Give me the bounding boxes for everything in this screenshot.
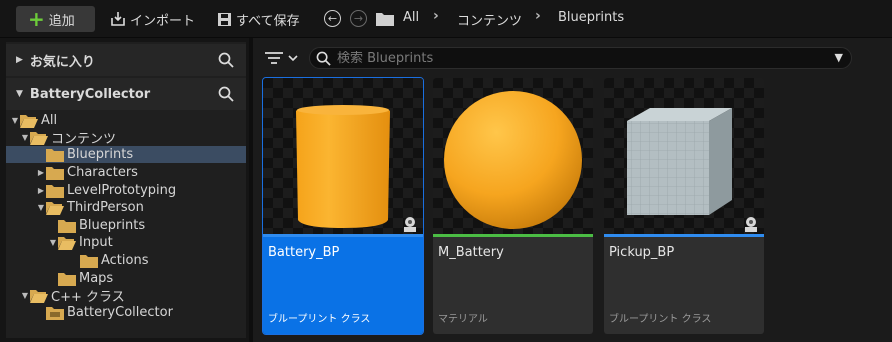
asset-thumbnail — [433, 78, 593, 234]
expand-down-icon: ▼ — [21, 133, 29, 142]
asset-type-bar — [604, 234, 764, 237]
camera-icon — [404, 217, 416, 232]
asset-name: Battery_BP — [268, 245, 340, 260]
open-folder-icon — [46, 201, 64, 215]
breadcrumb-content[interactable]: コンテンツ — [457, 10, 522, 29]
cylinder-thumbnail-icon — [296, 105, 390, 228]
search-icon[interactable] — [218, 52, 234, 68]
asset-type: マテリアル — [438, 314, 488, 325]
tree-item-input[interactable]: ▼ Input — [6, 234, 246, 251]
forward-button[interactable]: → — [350, 10, 367, 27]
tree-item-blueprints[interactable]: Blueprints — [6, 146, 246, 163]
tree-item-batterycollector[interactable]: BatteryCollector — [6, 304, 246, 321]
import-icon — [111, 12, 125, 26]
toolbar: + 追加 インポート すべて保存 ← → All › コンテンツ › Bluep… — [0, 0, 892, 38]
cpp-folder-icon — [46, 306, 64, 320]
plus-icon: + — [28, 7, 45, 31]
back-button[interactable]: ← — [324, 10, 341, 27]
import-label: インポート — [130, 13, 196, 29]
favorites-title: お気に入り — [29, 54, 95, 70]
breadcrumb-blueprints[interactable]: Blueprints — [558, 10, 624, 25]
open-folder-icon — [20, 114, 38, 128]
tree-item-cpp-classes[interactable]: ▼ C++ クラス — [6, 287, 246, 305]
expand-down-icon: ▼ — [16, 89, 23, 99]
folder-icon — [58, 272, 76, 286]
add-button-label: 追加 — [48, 13, 75, 29]
asset-thumbnail — [263, 78, 423, 234]
breadcrumb-separator-icon: › — [535, 8, 541, 24]
asset-thumbnail — [604, 78, 764, 234]
collapse-right-icon: ▶ — [37, 168, 45, 177]
sphere-thumbnail-icon — [444, 91, 582, 229]
collapse-right-icon: ▶ — [16, 55, 23, 65]
tree-item-all[interactable]: ▼ All — [6, 112, 246, 129]
asset-type: ブループリント クラス — [268, 314, 371, 325]
save-all-label: すべて保存 — [236, 13, 300, 29]
tree-item-thirdperson[interactable]: ▼ ThirdPerson — [6, 199, 246, 216]
tree-item-characters[interactable]: ▶ Characters — [6, 164, 246, 181]
folder-icon — [46, 166, 64, 180]
chevron-down-icon[interactable]: ▼ — [835, 51, 843, 64]
open-folder-icon — [58, 236, 76, 250]
expand-down-icon: ▼ — [49, 238, 57, 247]
tree-item-levelprototyping[interactable]: ▶ LevelPrototyping — [6, 182, 246, 199]
asset-tile-pickup-bp[interactable]: Pickup_BP ブループリント クラス — [604, 78, 764, 334]
expand-down-icon: ▼ — [11, 116, 19, 125]
tree-item-content[interactable]: ▼ コンテンツ — [6, 129, 246, 147]
cube-thumbnail-icon — [627, 108, 732, 215]
collapse-right-icon: ▶ — [37, 186, 45, 195]
asset-type: ブループリント クラス — [609, 314, 712, 325]
folder-icon — [58, 219, 76, 233]
search-icon[interactable] — [218, 86, 234, 102]
folder-icon — [376, 13, 394, 26]
asset-view: ▼ Battery_BP ブループリント クラス — [253, 38, 892, 342]
favorites-header[interactable]: ▶ お気に入り — [6, 44, 246, 76]
expand-down-icon: ▼ — [37, 203, 45, 212]
project-title: BatteryCollector — [29, 86, 151, 102]
folder-icon — [80, 254, 98, 268]
open-folder-icon — [30, 289, 48, 303]
search-input[interactable] — [337, 50, 817, 66]
camera-icon — [745, 217, 757, 232]
expand-down-icon: ▼ — [21, 291, 29, 300]
folder-icon — [46, 148, 64, 162]
sources-panel: ▶ お気に入り ▼ BatteryCollector ▼ All ▼ コンテンツ… — [6, 42, 246, 338]
filter-icon[interactable] — [265, 51, 299, 65]
import-button[interactable]: インポート — [110, 10, 196, 29]
search-icon — [316, 51, 331, 66]
search-box[interactable]: ▼ — [309, 47, 852, 69]
tree-item-thirdperson-blueprints[interactable]: Blueprints — [6, 217, 246, 234]
project-header[interactable]: ▼ BatteryCollector — [6, 78, 246, 110]
asset-tile-m-battery[interactable]: M_Battery マテリアル — [433, 78, 593, 334]
add-button[interactable]: + 追加 — [16, 6, 95, 32]
forward-arrow-icon: → — [353, 12, 364, 25]
asset-type-bar — [433, 234, 593, 237]
asset-name: Pickup_BP — [609, 245, 675, 260]
asset-tile-battery-bp[interactable]: Battery_BP ブループリント クラス — [262, 77, 424, 335]
open-folder-icon — [30, 131, 48, 145]
breadcrumb-all[interactable]: All — [403, 10, 419, 25]
tree-item-actions[interactable]: Actions — [6, 252, 246, 269]
save-all-button[interactable]: すべて保存 — [217, 10, 300, 29]
asset-name: M_Battery — [438, 245, 504, 260]
tree-item-maps[interactable]: Maps — [6, 270, 246, 287]
folder-icon — [46, 184, 64, 198]
save-icon — [218, 12, 231, 26]
back-arrow-icon: ← — [327, 12, 338, 25]
breadcrumb-separator-icon: › — [433, 8, 439, 24]
